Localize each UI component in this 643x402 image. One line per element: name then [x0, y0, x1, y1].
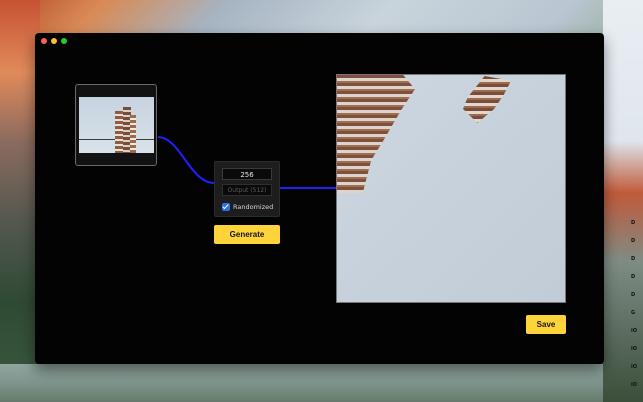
output-image-node[interactable] [336, 74, 566, 303]
generate-button[interactable]: Generate [214, 225, 280, 244]
save-button[interactable]: Save [526, 315, 566, 334]
minimize-window-button[interactable] [51, 38, 57, 44]
desktop-icon-label: D [631, 220, 636, 226]
desktop-icon-label: iO [631, 328, 637, 334]
desktop-icon-label: D [631, 274, 636, 280]
building-shape [130, 115, 136, 153]
desktop-icon-label: D [631, 238, 636, 244]
desktop-icon-label: iO [631, 382, 637, 388]
desktop-icon-label: iO [631, 364, 637, 370]
desktop-icon-label: iO [631, 346, 637, 352]
randomized-label: Randomized [233, 203, 274, 211]
maximize-window-button[interactable] [61, 38, 67, 44]
input-image-thumbnail [79, 97, 154, 153]
size-input[interactable]: 256 [222, 168, 272, 180]
output-size-field[interactable]: Output (512) [222, 184, 272, 196]
randomized-checkbox[interactable] [222, 203, 230, 211]
close-window-button[interactable] [41, 38, 47, 44]
desktop-icon-label: D [631, 256, 636, 262]
input-image-node[interactable] [75, 84, 157, 166]
desktop-icon-label: D [631, 292, 636, 298]
desktop-wallpaper-left [0, 0, 40, 402]
generation-controls-node: 256 Output (512) Randomized [214, 161, 280, 217]
desktop-icon-label: G [631, 310, 636, 316]
desktop-icon-labels: D D D D D G iO iO iO iO [607, 0, 643, 402]
desktop-wallpaper-bottom [0, 364, 643, 402]
randomized-option[interactable]: Randomized [222, 202, 273, 212]
